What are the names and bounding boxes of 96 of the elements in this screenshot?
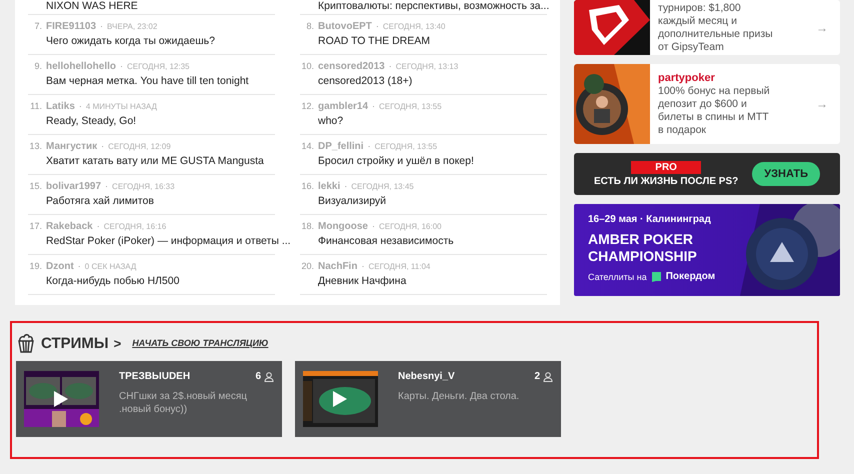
learn-button[interactable]: УЗНАТЬ [752,162,820,186]
topic-number: 10. [300,61,314,71]
topic-time: СЕГОДНЯ, 12:35 [127,62,190,71]
section-title: СТРИМЫ [41,334,109,352]
topic-number: 17. [28,221,42,231]
stream-description: СНГшки за 2$.новый месяц .новый бонус)) [119,390,248,416]
topic-title[interactable]: Визуализируй [318,195,386,208]
topic-time: СЕГОДНЯ, 16:00 [379,222,442,231]
banner-brand: Покердом [666,271,716,282]
topic-title[interactable]: ROAD TO THE DREAM [318,35,430,48]
promo-text: турниров: $1,800 [658,2,742,14]
promo-card[interactable]: partypoker 100% бонус на первый депозит до $600 и билеты в спины и MTT в подарок → [574,64,840,144]
topic-time: СЕГОДНЯ, 12:09 [108,142,171,151]
promo-card[interactable]: турниров: $1,800 каждый месяц и дополнительные призы от GipsyTeam → [574,0,840,55]
tournament-banner[interactable]: 16–29 мая · Калининград AMBER POKER CHAMPIONSHIP Сателлиты на Покердом [574,204,840,296]
banner-text: ЕСТЬ ЛИ ЖИЗНЬ ПОСЛЕ PS? [594,176,738,187]
separator-dot: · [344,181,348,191]
topic-title[interactable]: Дневник Начфина [318,275,406,288]
topic-title[interactable]: censored2013 (18+) [318,75,412,88]
topic-time: СЕГОДНЯ, 13:13 [396,62,458,71]
topic-time: СЕГОДНЯ, 13:55 [374,142,438,151]
arrow-icon: → [816,20,840,34]
pro-tag: PRO [631,161,701,174]
separator-dot: · [96,221,100,231]
promo-text: билеты в спины и MTT [658,110,770,124]
topic-title[interactable]: Финансовая независимость [318,235,454,248]
promo-text: в подарок [658,124,708,136]
popcorn-icon [16,333,36,353]
topic-number: 12. [300,101,314,111]
topic-number: 20. [300,261,314,271]
topic-time: СЕГОДНЯ, 13:40 [382,22,446,31]
promo-text: от GipsyTeam [658,40,725,54]
topic-time: СЕГОДНЯ, 13:55 [379,102,442,111]
banner-dates: 16–29 мая · Калининград [588,214,712,225]
arrow-icon: → [816,97,840,111]
promo-brand: partypoker [658,72,716,84]
topic-title[interactable]: Ready, Steady, Go! [46,115,136,128]
separator-dot: · [388,61,392,71]
topic-number: 11. [29,101,42,111]
topic-number: 19. [28,261,42,271]
topic-title[interactable]: Чего ожидать когда ты ожидаешь? [46,35,215,48]
topic-title[interactable]: Хватит катать вату или ME GUSTA Mangusta [46,155,264,168]
stream-description: Карты. Деньги. Два стола. [398,390,520,403]
start-stream-link[interactable]: НАЧАТЬ СВОЮ ТРАНСЛЯЦИЮ [132,338,268,348]
logo-icon [650,271,662,282]
streamer-name: ТРЕЗВЫUDEH [119,371,190,382]
stream-card[interactable]: ТРЕЗВЫUDEH 6 СНГшки за 2$.новый месяц .новый бонус)) [16,361,282,437]
topic-number: 7. [33,21,42,31]
topic-time: СЕГОДНЯ, 13:45 [351,182,414,191]
separator-dot: · [78,261,81,271]
topic-time: 0 СЕК НАЗАД [84,262,136,271]
topic-number: 16. [300,181,314,191]
separator-dot: · [120,61,124,71]
promo-text: 100% бонус на первый [658,84,771,98]
topic-number: 13. [28,141,42,151]
viewer-count: 2 [534,371,540,382]
topic-time: СЕГОДНЯ, 16:16 [104,222,166,231]
viewer-count: 6 [255,371,261,382]
separator-dot: · [372,101,376,111]
separator-dot: · [100,21,104,31]
separator-dot: · [105,181,108,191]
topic-title[interactable]: Работяга хай лимитов [46,195,154,208]
banner-text: Сателлиты на [588,272,647,282]
topic-number: 8. [305,21,314,31]
topic-title[interactable]: RedStar Poker (iPoker) — информация и ответы ... [46,235,291,248]
user-icon [543,372,553,382]
promo-text: дополнительные призы [658,28,774,40]
topic-number: 18. [300,221,314,231]
topic-time: 4 МИНУТЫ НАЗАД [86,102,157,111]
topic-time: СЕГОДНЯ, 11:04 [368,262,430,271]
topic-title[interactable]: NIXON WAS HERE [46,0,138,13]
topic-number: 9. [33,61,42,71]
topic-time: ВЧЕРА, 23:02 [107,22,158,31]
banner-title: AMBER POKER CHAMPIONSHIP [588,231,698,265]
topic-title[interactable]: Когда-нибудь побью НЛ500 [46,275,180,288]
play-icon[interactable] [54,391,68,407]
separator-dot: · [368,141,371,151]
topic-title[interactable]: Бросил стройку и ушёл в покер! [318,155,474,168]
topic-number: 15. [28,181,42,191]
promo-text: депозит до $600 и [658,98,748,110]
pro-banner[interactable]: PRO ЕСТЬ ЛИ ЖИЗНЬ ПОСЛЕ PS? УЗНАТЬ [574,153,840,195]
separator-dot: · [372,221,375,231]
topic-number: 14. [300,141,314,151]
promo-text: каждый месяц и [658,14,738,28]
separator-dot: · [78,101,82,111]
topic-title[interactable]: Вам черная метка. You have till ten tonight [46,75,249,88]
user-icon [264,372,274,382]
separator-dot: · [361,261,364,271]
topic-title[interactable]: who? [318,115,344,128]
chevron-icon: > [114,336,122,350]
stream-card[interactable]: Nebesnyi_V 2 Карты. Деньги. Два стола. [295,361,561,437]
streamer-name: Nebesnyi_V [398,371,455,382]
topic-time: СЕГОДНЯ, 16:33 [112,182,175,191]
separator-dot: · [101,141,104,151]
topic-title[interactable]: Криптовалюты: перспективы, возможность за... [318,0,550,13]
separator-dot: · [376,21,379,31]
